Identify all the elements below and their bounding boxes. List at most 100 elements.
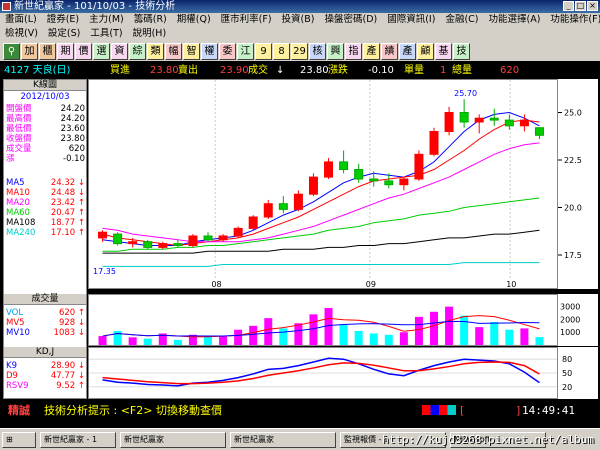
ohlc-row-5: 漲 -0.10 xyxy=(6,154,86,164)
toolbar-button-10[interactable]: 權 xyxy=(201,42,218,60)
candle-body xyxy=(339,161,349,171)
toolbar-button-12[interactable]: 江 xyxy=(237,42,254,60)
volume-label: 單量 xyxy=(404,65,424,76)
candle-body xyxy=(444,112,454,132)
toolbar-button-5[interactable]: 資 xyxy=(111,42,128,60)
ohlc-value: 24.20 xyxy=(60,114,85,124)
close-button[interactable]: × xyxy=(587,1,598,11)
status-bar: 精誠 技術分析提示 : <F2> 切換移動查價 [ ] 14:49:41 xyxy=(0,402,600,419)
main-menu-item-10[interactable]: 功能選擇(A) xyxy=(483,13,545,27)
toolbar-button-14[interactable]: 8 xyxy=(273,42,290,60)
main-menu-item-2[interactable]: 主力(M) xyxy=(84,13,129,27)
ma-line-MA240 xyxy=(102,262,540,267)
vol-row-2: MV10 1083 ↓ xyxy=(6,328,86,338)
volume-bar xyxy=(279,328,288,345)
ma-label: MA240 xyxy=(6,228,36,238)
ma-line-MA10 xyxy=(102,119,540,247)
price-chart[interactable]: 08 09 10 25.70 17.35 xyxy=(88,79,558,289)
volume-bar xyxy=(505,329,514,345)
toolbar-button-16[interactable]: 核 xyxy=(309,42,326,60)
volume-bar xyxy=(234,329,243,345)
total-value: 620 xyxy=(500,65,520,76)
kd-chart-svg xyxy=(89,357,557,388)
ma-row-5: MA240 17.10 ↑ xyxy=(6,228,86,238)
main-menu-item-6[interactable]: 投資(B) xyxy=(277,13,320,27)
toolbar-button-9[interactable]: 智 xyxy=(183,42,200,60)
kd-chart[interactable] xyxy=(88,347,558,399)
main-menu-item-0[interactable]: 畫面(L) xyxy=(0,13,42,27)
ma-label: MA10 xyxy=(6,188,30,198)
kd-row-2: RSV9 9.52 ↑ xyxy=(6,381,86,391)
toolbar-button-19[interactable]: 產 xyxy=(363,42,380,60)
toolbar-button-0[interactable]: 加 xyxy=(21,42,38,60)
bid-label: 買進 xyxy=(110,65,130,76)
volume-bar xyxy=(204,336,212,345)
maximize-button[interactable]: □ xyxy=(575,1,586,11)
main-menu-item-9[interactable]: 金融(C) xyxy=(440,13,483,27)
vol-row-1: MV5 928 ↓ xyxy=(6,318,86,328)
candle-body xyxy=(128,241,138,245)
vol-row-0: VOL 620 ↑ xyxy=(6,308,86,318)
toolbar-button-11[interactable]: 委 xyxy=(219,42,236,60)
minimize-button[interactable]: _ xyxy=(563,1,574,11)
start-button[interactable]: ⊞ xyxy=(2,432,36,448)
kd-axis: 80 50 20 xyxy=(558,347,598,399)
candle-body xyxy=(233,227,243,237)
candle-body xyxy=(263,203,273,218)
toolbar-button-15[interactable]: 29 xyxy=(291,42,308,60)
toolbar-button-1[interactable]: 櫃 xyxy=(39,42,56,60)
main-menu-item-5[interactable]: 匯市利率(F) xyxy=(216,13,277,27)
ohlc-label: 開盤價 xyxy=(6,104,32,114)
kd-label: RSV9 xyxy=(6,381,29,391)
toolbar-button-13[interactable]: 9 xyxy=(255,42,272,60)
sub-menu-item-2[interactable]: 工具(T) xyxy=(85,27,127,41)
main-menu-item-1[interactable]: 證券(E) xyxy=(42,13,84,27)
ohlc-value: -0.10 xyxy=(63,154,85,164)
main-menu-item-3[interactable]: 籌碼(R) xyxy=(129,13,172,27)
sub-menu-item-0[interactable]: 檢視(V) xyxy=(0,27,43,41)
volume-chart[interactable] xyxy=(88,294,558,346)
low-annotation: 17.35 xyxy=(93,267,116,276)
volume-bar xyxy=(339,324,348,345)
signal-bar xyxy=(422,405,456,415)
ma-row-3: MA60 20.47 ↑ xyxy=(6,208,86,218)
volume-bar xyxy=(143,338,152,345)
main-menu-item-7[interactable]: 操盤密碼(D) xyxy=(319,13,382,27)
sub-menu-item-3[interactable]: 說明(H) xyxy=(128,27,172,41)
toolbar-button-7[interactable]: 類 xyxy=(147,42,164,60)
toolbar-button-22[interactable]: 顧 xyxy=(417,42,434,60)
toolbar-button-2[interactable]: 期 xyxy=(57,42,74,60)
ma-label: MA5 xyxy=(6,178,25,188)
ohlc-row-3: 收盤價 23.80 xyxy=(6,134,86,144)
candle-body xyxy=(158,243,168,248)
taskbar-item-2[interactable]: 新世紀贏家 xyxy=(230,432,336,448)
taskbar-item-1[interactable]: 新世紀贏家 xyxy=(120,432,226,448)
trade-label: 成交 xyxy=(248,65,268,76)
toolbar-button-8[interactable]: 幅 xyxy=(165,42,182,60)
main-menu-item-11[interactable]: 功能操作(F) xyxy=(545,13,600,27)
taskbar-item-0[interactable]: 新世紀贏家 - 1 xyxy=(40,432,116,448)
ohlc-value: 620 xyxy=(68,144,85,154)
sub-menu-item-1[interactable]: 設定(S) xyxy=(43,27,85,41)
volume-bar xyxy=(414,316,423,345)
main-menu-item-8[interactable]: 國際資訊(I) xyxy=(382,13,440,27)
main-menu-item-4[interactable]: 期權(Q) xyxy=(172,13,216,27)
search-icon[interactable]: ⚲ xyxy=(3,42,20,60)
toolbar-button-4[interactable]: 選 xyxy=(93,42,110,60)
candle-body xyxy=(98,231,108,239)
volume-panel-title: 成交量 xyxy=(4,294,86,305)
toolbar-button-20[interactable]: 績 xyxy=(381,42,398,60)
ma-value: 24.32 ↓ xyxy=(50,178,85,188)
stock-name: 4127 天良(日) xyxy=(4,65,71,76)
toolbar-button-24[interactable]: 技 xyxy=(453,42,470,60)
toolbar-button-6[interactable]: 綜 xyxy=(129,42,146,60)
toolbar-button-3[interactable]: 價 xyxy=(75,42,92,60)
ma-line-MA20 xyxy=(102,142,540,243)
toolbar-button-17[interactable]: 興 xyxy=(327,42,344,60)
candle-body xyxy=(203,235,213,241)
vol-label: MV5 xyxy=(6,318,25,328)
toolbar-button-23[interactable]: 基 xyxy=(435,42,452,60)
toolbar-button-21[interactable]: 產 xyxy=(399,42,416,60)
toolbar-button-18[interactable]: 指 xyxy=(345,42,362,60)
ma-value: 18.77 ↑ xyxy=(50,218,85,228)
